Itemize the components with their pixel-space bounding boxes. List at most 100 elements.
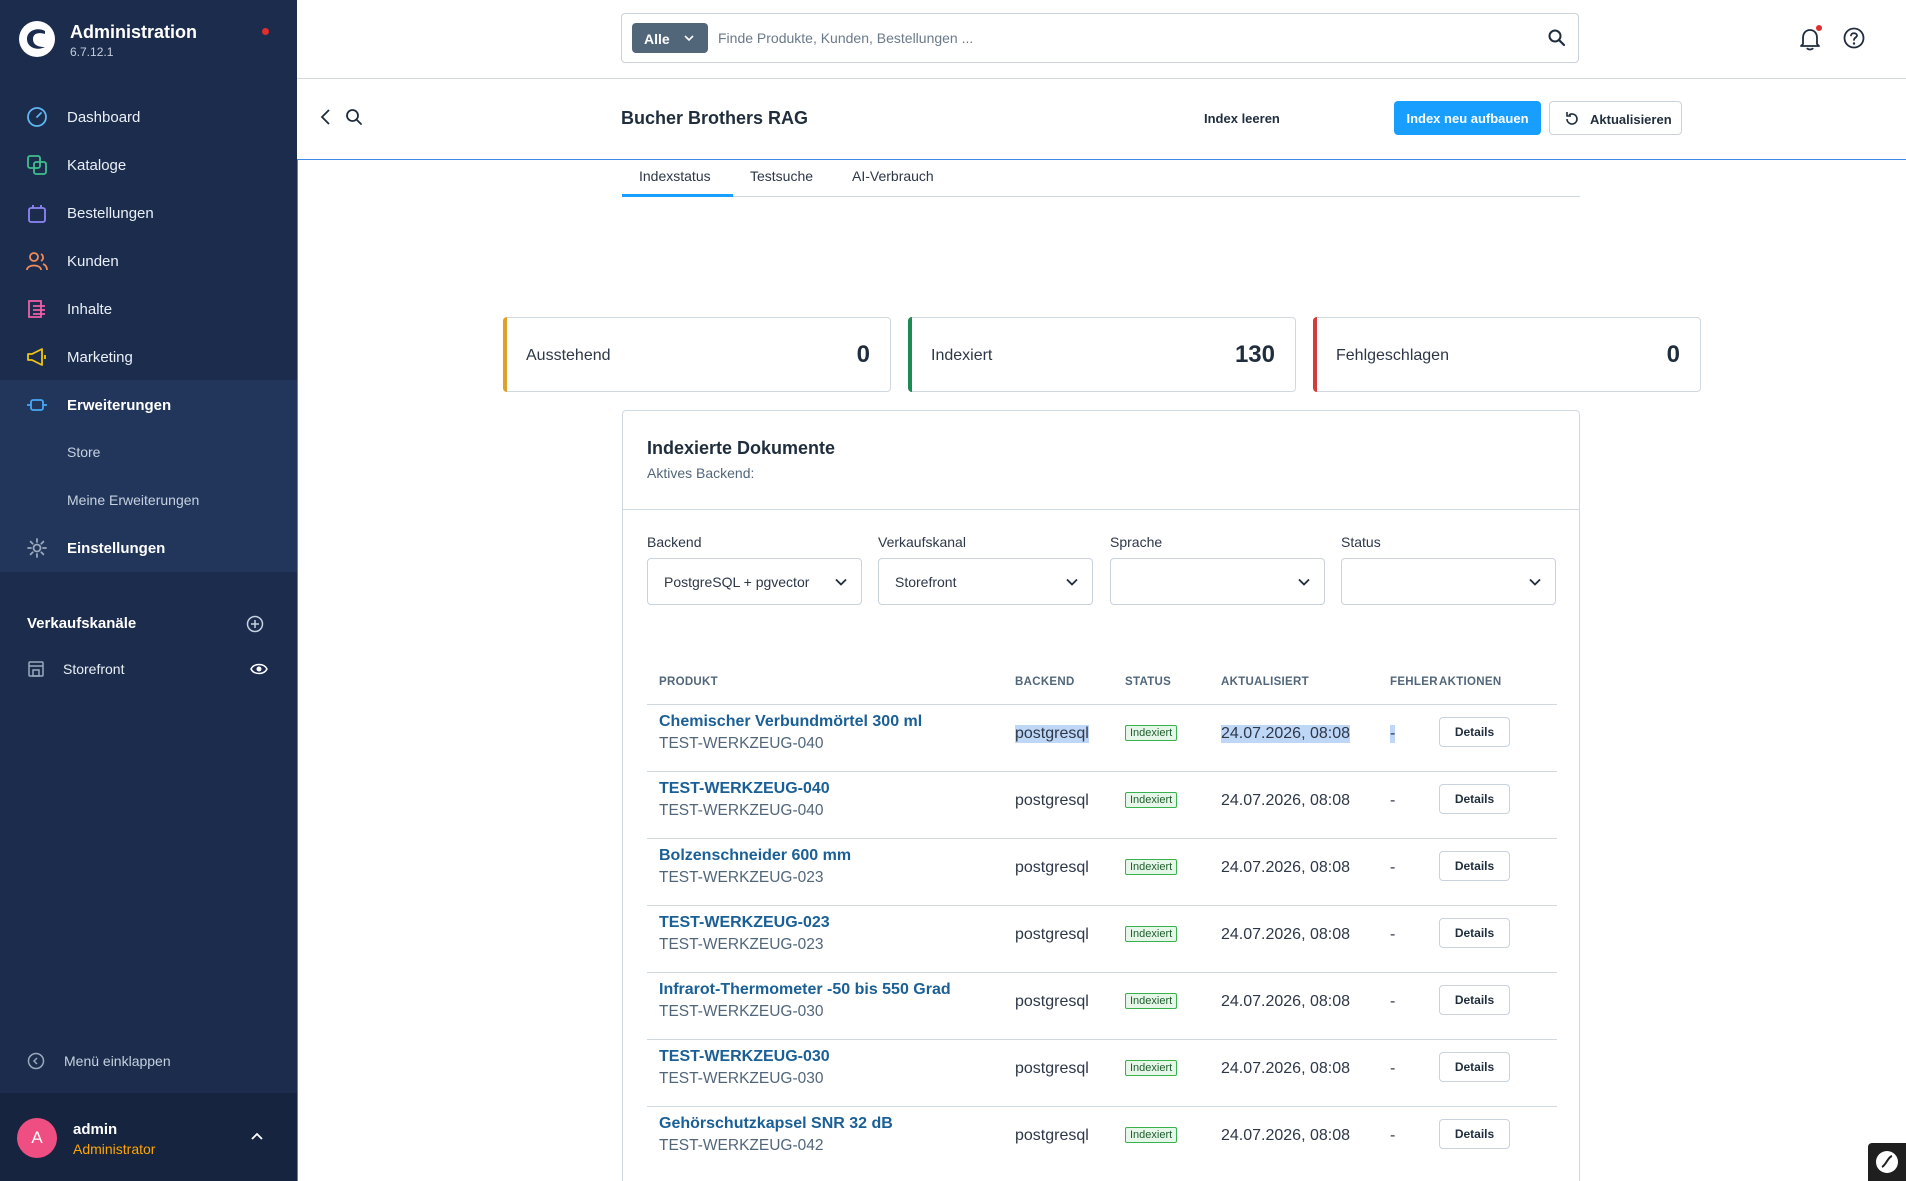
column-header-status[interactable]: STATUS [1125, 676, 1171, 688]
product-sku: TEST-WERKZEUG-023 [659, 869, 824, 886]
details-button[interactable]: Details [1439, 985, 1510, 1015]
chevron-left-circle-icon [27, 1052, 45, 1070]
product-link[interactable]: TEST-WERKZEUG-040 [659, 780, 830, 798]
collapse-menu-button[interactable]: Menü einklappen [0, 1046, 297, 1076]
details-button[interactable]: Details [1439, 918, 1510, 948]
status-badge: Indexiert [1125, 993, 1178, 1009]
table-row: Infrarot-Thermometer -50 bis 550 Grad TE… [647, 972, 1557, 1039]
updated-cell: 24.07.2026, 08:08 [1221, 1060, 1351, 1077]
updated-cell: 24.07.2026, 08:08 [1221, 859, 1351, 876]
product-link[interactable]: Chemischer Verbundmörtel 300 ml [659, 713, 922, 731]
table-row: TEST-WERKZEUG-023 TEST-WERKZEUG-023 post… [647, 905, 1557, 972]
stat-value: 0 [1666, 341, 1680, 368]
tab-active-indicator [622, 194, 733, 197]
product-link[interactable]: Infrarot-Thermometer -50 bis 550 Grad [659, 981, 951, 999]
updated-cell: 24.07.2026, 08:08 [1221, 926, 1351, 943]
status-badge: Indexiert [1125, 859, 1178, 875]
help-icon[interactable] [1843, 27, 1865, 49]
user-name: admin [73, 1121, 118, 1138]
table-row: Bolzenschneider 600 mm TEST-WERKZEUG-023… [647, 838, 1557, 905]
details-button[interactable]: Details [1439, 1052, 1510, 1082]
global-search: Alle [621, 13, 1579, 63]
product-sku: TEST-WERKZEUG-030 [659, 1003, 824, 1020]
chevron-left-icon[interactable] [319, 108, 333, 126]
column-header-error[interactable]: FEHLER [1390, 676, 1438, 688]
search-input[interactable] [718, 22, 1518, 54]
stat-label: Ausstehend [526, 347, 611, 364]
backend-cell: postgresql [1015, 1060, 1089, 1077]
user-menu[interactable]: A admin Administrator [0, 1093, 297, 1181]
status-badge: Indexiert [1125, 792, 1178, 808]
search-icon[interactable] [345, 108, 363, 126]
card-subtitle: Aktives Backend: [647, 465, 755, 481]
status-badge: Indexiert [1125, 1127, 1178, 1143]
shopping-bag-icon [28, 205, 46, 223]
backend-select[interactable]: PostgreSQL + pgvector [647, 558, 862, 605]
column-header-updated[interactable]: AKTUALISIERT [1221, 676, 1309, 688]
filter-label-saleschannel: Verkaufskanal [878, 534, 966, 550]
column-header-backend[interactable]: BACKEND [1015, 676, 1075, 688]
symfony-toolbar-icon[interactable] [1868, 1143, 1906, 1181]
backend-cell: postgresql [1015, 1127, 1089, 1144]
nav-item-inhalte[interactable]: Inhalte [0, 285, 297, 333]
updated-cell: 24.07.2026, 08:08 [1221, 725, 1351, 743]
rebuild-index-button[interactable]: Index neu aufbauen [1394, 101, 1541, 135]
clear-index-button[interactable]: Index leeren [1192, 102, 1292, 136]
language-select[interactable] [1110, 558, 1325, 605]
tab-testsuche[interactable]: Testsuche [750, 168, 813, 184]
filter-label-language: Sprache [1110, 534, 1163, 550]
stat-accent [1313, 317, 1317, 392]
saleschannel-select[interactable]: Storefront [878, 558, 1093, 605]
nav-item-kunden[interactable]: Kunden [0, 237, 297, 285]
sub-item-store[interactable]: Store [67, 444, 100, 460]
select-value: PostgreSQL + pgvector [664, 574, 810, 590]
nav-item-erweiterungen[interactable]: Erweiterungen [0, 381, 297, 429]
chevron-down-icon [1529, 578, 1541, 586]
search-type-label: Alle [644, 31, 670, 47]
nav-item-bestellungen[interactable]: Bestellungen [0, 189, 297, 237]
tab-ai-verbrauch[interactable]: AI-Verbrauch [852, 168, 934, 184]
sidebar: Administration 6.7.12.1 Dashboard Katalo… [0, 0, 297, 1181]
nav-item-dashboard[interactable]: Dashboard [0, 93, 297, 141]
error-cell: - [1390, 725, 1396, 743]
tab-indexstatus[interactable]: Indexstatus [639, 168, 711, 184]
nav-item-kataloge[interactable]: Kataloge [0, 141, 297, 189]
error-cell: - [1390, 859, 1396, 876]
product-link[interactable]: TEST-WERKZEUG-023 [659, 914, 830, 932]
content-area: Indexstatus Testsuche AI-Verbrauch Ausst… [297, 159, 1906, 1181]
error-cell: - [1390, 792, 1396, 809]
nav-item-einstellungen[interactable]: Einstellungen [0, 524, 297, 572]
status-badge: Indexiert [1125, 1060, 1178, 1076]
add-circle-icon[interactable] [246, 615, 264, 633]
product-link[interactable]: TEST-WERKZEUG-030 [659, 1048, 830, 1066]
column-header-product[interactable]: PRODUKT [659, 676, 718, 688]
search-type-dropdown[interactable]: Alle [632, 23, 708, 53]
product-link[interactable]: Bolzenschneider 600 mm [659, 847, 851, 865]
error-cell: - [1390, 1060, 1396, 1077]
stat-label: Indexiert [931, 347, 993, 364]
details-button[interactable]: Details [1439, 1119, 1510, 1149]
sales-channel-storefront[interactable]: Storefront [0, 652, 297, 686]
refresh-button[interactable]: Aktualisieren [1549, 101, 1682, 135]
updated-cell: 24.07.2026, 08:08 [1221, 792, 1351, 809]
details-button[interactable]: Details [1439, 717, 1510, 747]
details-button[interactable]: Details [1439, 851, 1510, 881]
avatar: A [17, 1118, 57, 1158]
eye-icon[interactable] [250, 662, 268, 676]
sales-channel-label: Storefront [63, 661, 125, 677]
search-icon[interactable] [1547, 28, 1567, 48]
chevron-down-icon [684, 35, 694, 42]
error-cell: - [1390, 993, 1396, 1010]
product-link[interactable]: Gehörschutzkapsel SNR 32 dB [659, 1115, 893, 1133]
table-row: Gehörschutzkapsel SNR 32 dB TEST-WERKZEU… [647, 1106, 1557, 1173]
catalog-icon [27, 155, 47, 175]
details-button[interactable]: Details [1439, 784, 1510, 814]
indexed-documents-card: Indexierte Dokumente Aktives Backend: Ba… [622, 410, 1580, 1181]
status-select[interactable] [1341, 558, 1556, 605]
nav-item-marketing[interactable]: Marketing [0, 333, 297, 381]
stat-accent [908, 317, 912, 392]
updated-cell: 24.07.2026, 08:08 [1221, 993, 1351, 1010]
page-header: Bucher Brothers RAG Index leeren Index n… [297, 80, 1906, 159]
sub-item-meine-erweiterungen[interactable]: Meine Erweiterungen [67, 492, 199, 508]
backend-cell: postgresql [1015, 859, 1089, 876]
